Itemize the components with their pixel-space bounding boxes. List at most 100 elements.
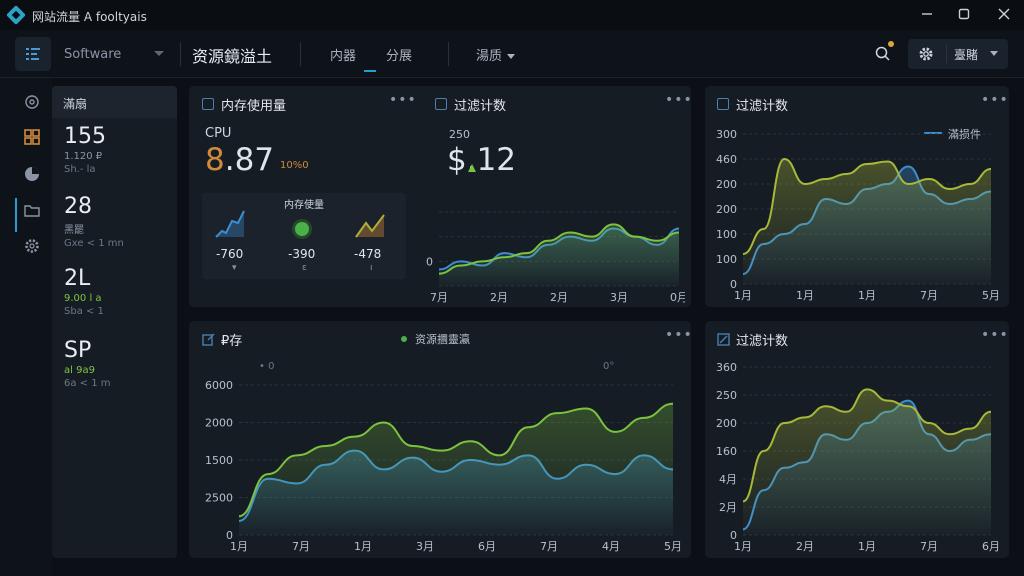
close-icon: [998, 8, 1010, 20]
y-tick-label: 2000: [205, 417, 233, 430]
list-icon: [26, 48, 40, 60]
summary-list-header: 滿扇: [52, 86, 177, 118]
mini-value: -478: [354, 247, 382, 261]
mini-sub: ▾: [232, 263, 237, 273]
divider: [300, 42, 301, 66]
mini-sub: ı: [370, 263, 373, 273]
more-options-icon[interactable]: •••: [389, 92, 417, 108]
list-item[interactable]: 155 1.120 ₽ Sh.- la: [64, 124, 174, 175]
x-tick-label: 1月: [858, 289, 876, 302]
list-item-value: 28: [64, 194, 92, 219]
user-menu[interactable]: 臺賭: [908, 39, 1008, 69]
settings-icon[interactable]: [22, 92, 42, 112]
x-tick-label: 1月: [734, 540, 752, 553]
nav-rail: [0, 78, 52, 576]
cpu-value-main: 8: [205, 142, 225, 178]
chart-icon: [717, 333, 730, 346]
list-item-sub: Sba < 1: [64, 306, 104, 317]
memory-card-title: 内存使用量: [221, 99, 287, 114]
active-nav-indicator: [15, 198, 17, 232]
window-title: 网站流量 A fooltyais: [32, 10, 147, 24]
x-tick-label: 3月: [416, 540, 434, 553]
search-icon[interactable]: [874, 45, 892, 63]
edit-icon: [202, 333, 215, 346]
series-area: [743, 159, 991, 284]
x-tick-label: 3月: [610, 291, 628, 304]
x-tick-label: 2月: [550, 291, 568, 304]
x-tick-label: 1月: [230, 540, 248, 553]
toolbar: Software 资源鏡溢土 内器 分展 湯质 臺賭: [0, 30, 1024, 78]
more-options-icon[interactable]: •••: [981, 327, 1009, 343]
minimize-button[interactable]: [914, 4, 940, 26]
gear-icon: [919, 47, 933, 61]
category-select[interactable]: Software: [56, 40, 170, 68]
filter-count-card-2: 过滤计数 ••• 360 250 200 160 4月 2月 0 1月 2月 1月 7月 6月: [705, 321, 1009, 558]
x-tick-label: 7月: [920, 289, 938, 302]
more-options-icon[interactable]: •••: [981, 92, 1009, 108]
cpu-value: 8.87: [205, 142, 274, 178]
x-tick-label: 0月: [670, 291, 685, 304]
chevron-down-icon: [154, 51, 164, 56]
x-tick-label: 6月: [982, 540, 1000, 553]
y-tick-label: 300: [716, 128, 737, 141]
y-tick-label: 4月: [719, 473, 737, 486]
more-options-icon[interactable]: •••: [665, 92, 693, 108]
menu-button[interactable]: [15, 37, 51, 71]
list-item-value: 155: [64, 124, 106, 149]
list-item[interactable]: SP al 9a9 6a < 1 m: [64, 338, 174, 389]
x-tick-label: 7月: [430, 291, 448, 304]
status-dot-icon: [292, 219, 312, 239]
summary-list-title: 滿扇: [63, 97, 88, 111]
filter-dropdown[interactable]: 湯质: [476, 45, 516, 64]
y-tick-label: 0: [426, 255, 433, 268]
x-tick-label: 4月: [602, 540, 620, 553]
list-item-sub: al 9a9: [64, 365, 95, 376]
filter-count-chart-2: 3602502001604月2月01月 2月 1月 7月 6月: [716, 361, 1000, 553]
active-tab-indicator: [364, 70, 376, 72]
gear-icon[interactable]: [22, 236, 42, 256]
filter-card-title: 过滤计数: [454, 99, 507, 114]
storage-chart: 600020001500250001月 7月 1月 3月 6月 7月 4月 5月: [205, 379, 682, 553]
maximize-button[interactable]: [951, 4, 977, 26]
y-tick-label: 360: [716, 361, 737, 374]
page-title: 资源鏡溢土: [192, 47, 273, 66]
more-options-icon[interactable]: •••: [665, 327, 693, 343]
legend-left: • 0: [259, 361, 275, 372]
mini-value: -760: [216, 247, 244, 261]
tab-internal[interactable]: 内器: [330, 45, 356, 64]
folder-icon[interactable]: [22, 200, 42, 220]
y-tick-label: 1500: [205, 454, 233, 467]
list-item-sub: 1.120 ₽: [64, 151, 103, 162]
title-bar: 网站流量 A fooltyais: [0, 0, 1024, 30]
trend-up-icon: [468, 164, 476, 172]
filter-count-title-2: 过滤计数: [736, 334, 789, 349]
summary-list: 滿扇 155 1.120 ₽ Sh.- la 28 黑罷 Gxe < 1 mn …: [52, 86, 177, 558]
filter-top-label: 250: [449, 128, 470, 141]
series-area: [439, 224, 679, 286]
close-button[interactable]: [991, 4, 1017, 26]
filter-count-chart: 30046020020010010001月 1月 1月 7月 5月: [716, 128, 1000, 302]
notification-dot: [888, 41, 894, 47]
list-item-sub: 9.00 l a: [64, 293, 102, 304]
y-tick-label: 100: [716, 253, 737, 266]
x-tick-label: 7月: [540, 540, 558, 553]
dashboard-icon[interactable]: [22, 127, 42, 147]
mountain-icon: [355, 214, 385, 238]
y-tick-label: 100: [716, 228, 737, 241]
y-tick-label: 200: [716, 178, 737, 191]
y-tick-label: 2500: [205, 492, 233, 505]
storage-card: ₽存 资源攌靈瀛 ••• • 0 0° 6000 2000 1500 2500 0 1月 7…: [189, 321, 693, 558]
filter-chart: 0 7月 2月 2月 3月 0月: [426, 211, 685, 304]
pie-chart-icon[interactable]: [22, 164, 42, 184]
list-item[interactable]: 2L 9.00 l a Sba < 1: [64, 266, 174, 317]
x-tick-label: 2月: [490, 291, 508, 304]
y-tick-label: 460: [716, 153, 737, 166]
y-tick-label: 200: [716, 417, 737, 430]
tab-analysis[interactable]: 分展: [386, 45, 412, 64]
memory-mini-panel: 内存使量 -760 ▾ -390 ε -478 ı: [202, 193, 406, 279]
list-item-value: SP: [64, 338, 92, 363]
list-item[interactable]: 28 黑罷 Gxe < 1 mn: [64, 194, 174, 249]
list-item-sub: Sh.- la: [64, 164, 96, 175]
mini-value: -390: [288, 247, 316, 261]
x-tick-label: 1月: [734, 289, 752, 302]
